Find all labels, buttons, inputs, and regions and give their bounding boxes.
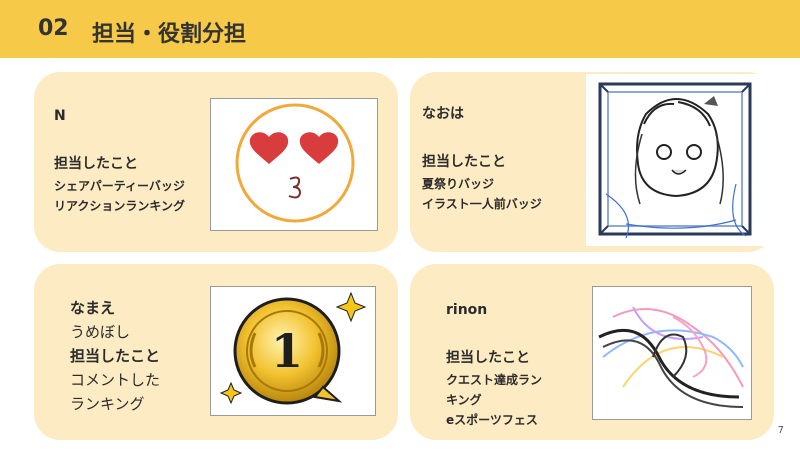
scribble-sketch-image — [592, 286, 752, 420]
header-bar: 02 担当・役割分担 — [0, 0, 800, 58]
name-label: なまえ — [70, 299, 116, 317]
task-item: ランキング — [70, 395, 145, 413]
member-name: なおは — [422, 106, 464, 122]
task-item: eスポーツフェス — [446, 413, 538, 427]
gold-medal-image: 1 — [210, 286, 376, 416]
task-item: 夏祭りバッジ — [422, 177, 495, 191]
task-item: リアクションランキング — [54, 199, 186, 213]
page-title: 担当・役割分担 — [92, 22, 247, 47]
section-label: 担当したこと — [54, 156, 138, 172]
page-number: 7 — [777, 425, 784, 436]
task-item: イラスト一人前バッジ — [422, 197, 542, 211]
medal-number: 1 — [271, 324, 303, 378]
anime-character-sketch-icon — [598, 82, 752, 239]
section-label: 担当したこと — [70, 347, 161, 365]
member-name: rinon — [446, 302, 488, 318]
kiss-face-emoji-image — [210, 98, 378, 231]
gold-medal-number-one-icon: 1 — [219, 291, 367, 405]
member-card-n: N 担当したこと シェアパーティーバッジ リアクションランキング — [34, 72, 398, 252]
section-label: 担当したこと — [446, 350, 530, 366]
member-name: N — [54, 108, 66, 124]
anime-character-sketch-image — [586, 74, 774, 246]
member-card-naoha: なおは 担当したこと 夏祭りバッジ イラスト一人前バッジ — [410, 72, 774, 252]
section-number: 02 — [38, 16, 69, 41]
member-name: うめぼし — [70, 323, 131, 341]
task-item: コメントした — [70, 371, 161, 389]
kiss-face-emoji-icon — [235, 103, 355, 223]
member-card-rinon: rinon 担当したこと クエスト達成ラン キング eスポーツフェス — [410, 264, 774, 440]
task-item: クエスト達成ラン — [446, 373, 543, 387]
member-card-umeboshi: なまえ うめぼし 担当したこと コメントした ランキング 1 — [34, 264, 398, 440]
colorful-scribble-sketch-icon — [598, 306, 744, 408]
task-item: キング — [446, 393, 482, 407]
section-label: 担当したこと — [422, 154, 506, 170]
task-item: シェアパーティーバッジ — [54, 179, 185, 193]
